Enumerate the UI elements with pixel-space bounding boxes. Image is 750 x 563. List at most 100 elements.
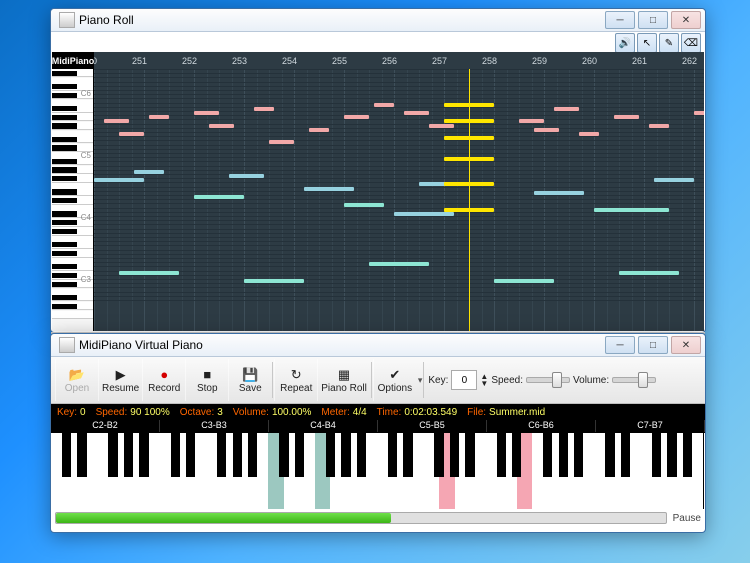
midi-note[interactable] <box>394 212 454 216</box>
midi-note[interactable] <box>534 191 584 195</box>
save-button[interactable]: 💾Save <box>228 359 271 401</box>
black-key[interactable] <box>124 433 133 477</box>
erase-icon[interactable]: ⌫ <box>681 33 701 53</box>
midi-note[interactable] <box>429 124 454 128</box>
midi-note[interactable] <box>404 111 429 115</box>
midi-note[interactable] <box>309 128 329 132</box>
close-button[interactable]: ✕ <box>671 11 701 29</box>
midi-note[interactable] <box>444 182 494 186</box>
black-key[interactable] <box>574 433 583 477</box>
midi-note[interactable] <box>209 124 234 128</box>
slider-thumb[interactable] <box>552 372 562 388</box>
black-key[interactable] <box>450 433 459 477</box>
repeat-button[interactable]: ↻Repeat <box>274 359 317 401</box>
midi-note[interactable] <box>369 262 429 266</box>
stepper-icon[interactable]: ▲▼ <box>480 373 488 387</box>
piano-keyboard[interactable] <box>51 432 705 509</box>
options-dropdown-icon[interactable]: ▾ <box>418 375 423 386</box>
black-key[interactable] <box>683 433 692 477</box>
black-key[interactable] <box>388 433 397 477</box>
black-key[interactable] <box>667 433 676 477</box>
midi-note[interactable] <box>619 271 679 275</box>
slider-thumb[interactable] <box>638 372 648 388</box>
midi-note[interactable] <box>194 111 219 115</box>
midi-note[interactable] <box>534 128 559 132</box>
minimize-button[interactable]: ─ <box>605 336 635 354</box>
speed-slider[interactable] <box>526 377 570 383</box>
playhead[interactable] <box>469 69 470 331</box>
black-key[interactable] <box>62 433 71 477</box>
black-key[interactable] <box>652 433 661 477</box>
midi-note[interactable] <box>594 208 669 212</box>
midi-note[interactable] <box>649 124 669 128</box>
midi-note[interactable] <box>579 132 599 136</box>
midi-note[interactable] <box>194 195 244 199</box>
midi-note[interactable] <box>269 140 294 144</box>
black-key[interactable] <box>465 433 474 477</box>
speaker-icon[interactable]: 🔊 <box>615 33 635 53</box>
black-key[interactable] <box>77 433 86 477</box>
black-key[interactable] <box>108 433 117 477</box>
resume-button[interactable]: ▶Resume <box>98 359 142 401</box>
black-key[interactable] <box>403 433 412 477</box>
midi-note[interactable] <box>119 132 144 136</box>
piano-roll-grid[interactable]: 250251252253254255256257258259260261262 <box>94 52 704 331</box>
midi-note[interactable] <box>444 136 494 140</box>
midi-note[interactable] <box>694 111 704 115</box>
maximize-button[interactable]: □ <box>638 11 668 29</box>
minimize-button[interactable]: ─ <box>605 11 635 29</box>
stop-button[interactable]: ■Stop <box>185 359 228 401</box>
midi-note[interactable] <box>344 115 369 119</box>
midi-note[interactable] <box>444 103 494 107</box>
midi-note[interactable] <box>244 279 304 283</box>
pencil-icon[interactable]: ✎ <box>659 33 679 53</box>
midi-note[interactable] <box>94 178 144 182</box>
black-key[interactable] <box>559 433 568 477</box>
midi-note[interactable] <box>654 178 694 182</box>
black-key[interactable] <box>543 433 552 477</box>
black-key[interactable] <box>621 433 630 477</box>
black-key[interactable] <box>295 433 304 477</box>
black-key[interactable] <box>186 433 195 477</box>
volume-slider[interactable] <box>612 377 656 383</box>
midi-note[interactable] <box>104 119 129 123</box>
black-key[interactable] <box>233 433 242 477</box>
black-key[interactable] <box>512 433 521 477</box>
key-input[interactable] <box>451 370 477 390</box>
pointer-icon[interactable]: ↖ <box>637 33 657 53</box>
options-button[interactable]: ✔Options <box>373 359 416 401</box>
black-key[interactable] <box>357 433 366 477</box>
black-key[interactable] <box>341 433 350 477</box>
midi-note[interactable] <box>119 271 179 275</box>
midi-note[interactable] <box>614 115 639 119</box>
midi-note[interactable] <box>254 107 274 111</box>
midi-note[interactable] <box>444 119 494 123</box>
black-key[interactable] <box>605 433 614 477</box>
midi-note[interactable] <box>344 203 384 207</box>
midi-note[interactable] <box>134 170 164 174</box>
midi-note[interactable] <box>444 157 494 161</box>
midi-note[interactable] <box>519 119 544 123</box>
black-key[interactable] <box>326 433 335 477</box>
midi-note[interactable] <box>149 115 169 119</box>
midi-note[interactable] <box>494 279 554 283</box>
titlebar[interactable]: MidiPiano Virtual Piano ─ □ ✕ <box>51 334 705 357</box>
black-key[interactable] <box>497 433 506 477</box>
progress-bar[interactable] <box>55 512 667 524</box>
close-button[interactable]: ✕ <box>671 336 701 354</box>
maximize-button[interactable]: □ <box>638 336 668 354</box>
black-key[interactable] <box>248 433 257 477</box>
record-button[interactable]: ●Record <box>142 359 185 401</box>
black-key[interactable] <box>139 433 148 477</box>
midi-note[interactable] <box>444 208 494 212</box>
midi-note[interactable] <box>304 187 354 191</box>
black-key[interactable] <box>434 433 443 477</box>
keyboard-side[interactable]: C6C5C4C3 <box>52 69 94 331</box>
black-key[interactable] <box>217 433 226 477</box>
midi-note[interactable] <box>229 174 264 178</box>
black-key[interactable] <box>171 433 180 477</box>
midi-note[interactable] <box>374 103 394 107</box>
titlebar[interactable]: Piano Roll ─ □ ✕ <box>51 9 705 32</box>
midi-note[interactable] <box>554 107 579 111</box>
pianoroll-button[interactable]: ▦Piano Roll <box>317 359 370 401</box>
